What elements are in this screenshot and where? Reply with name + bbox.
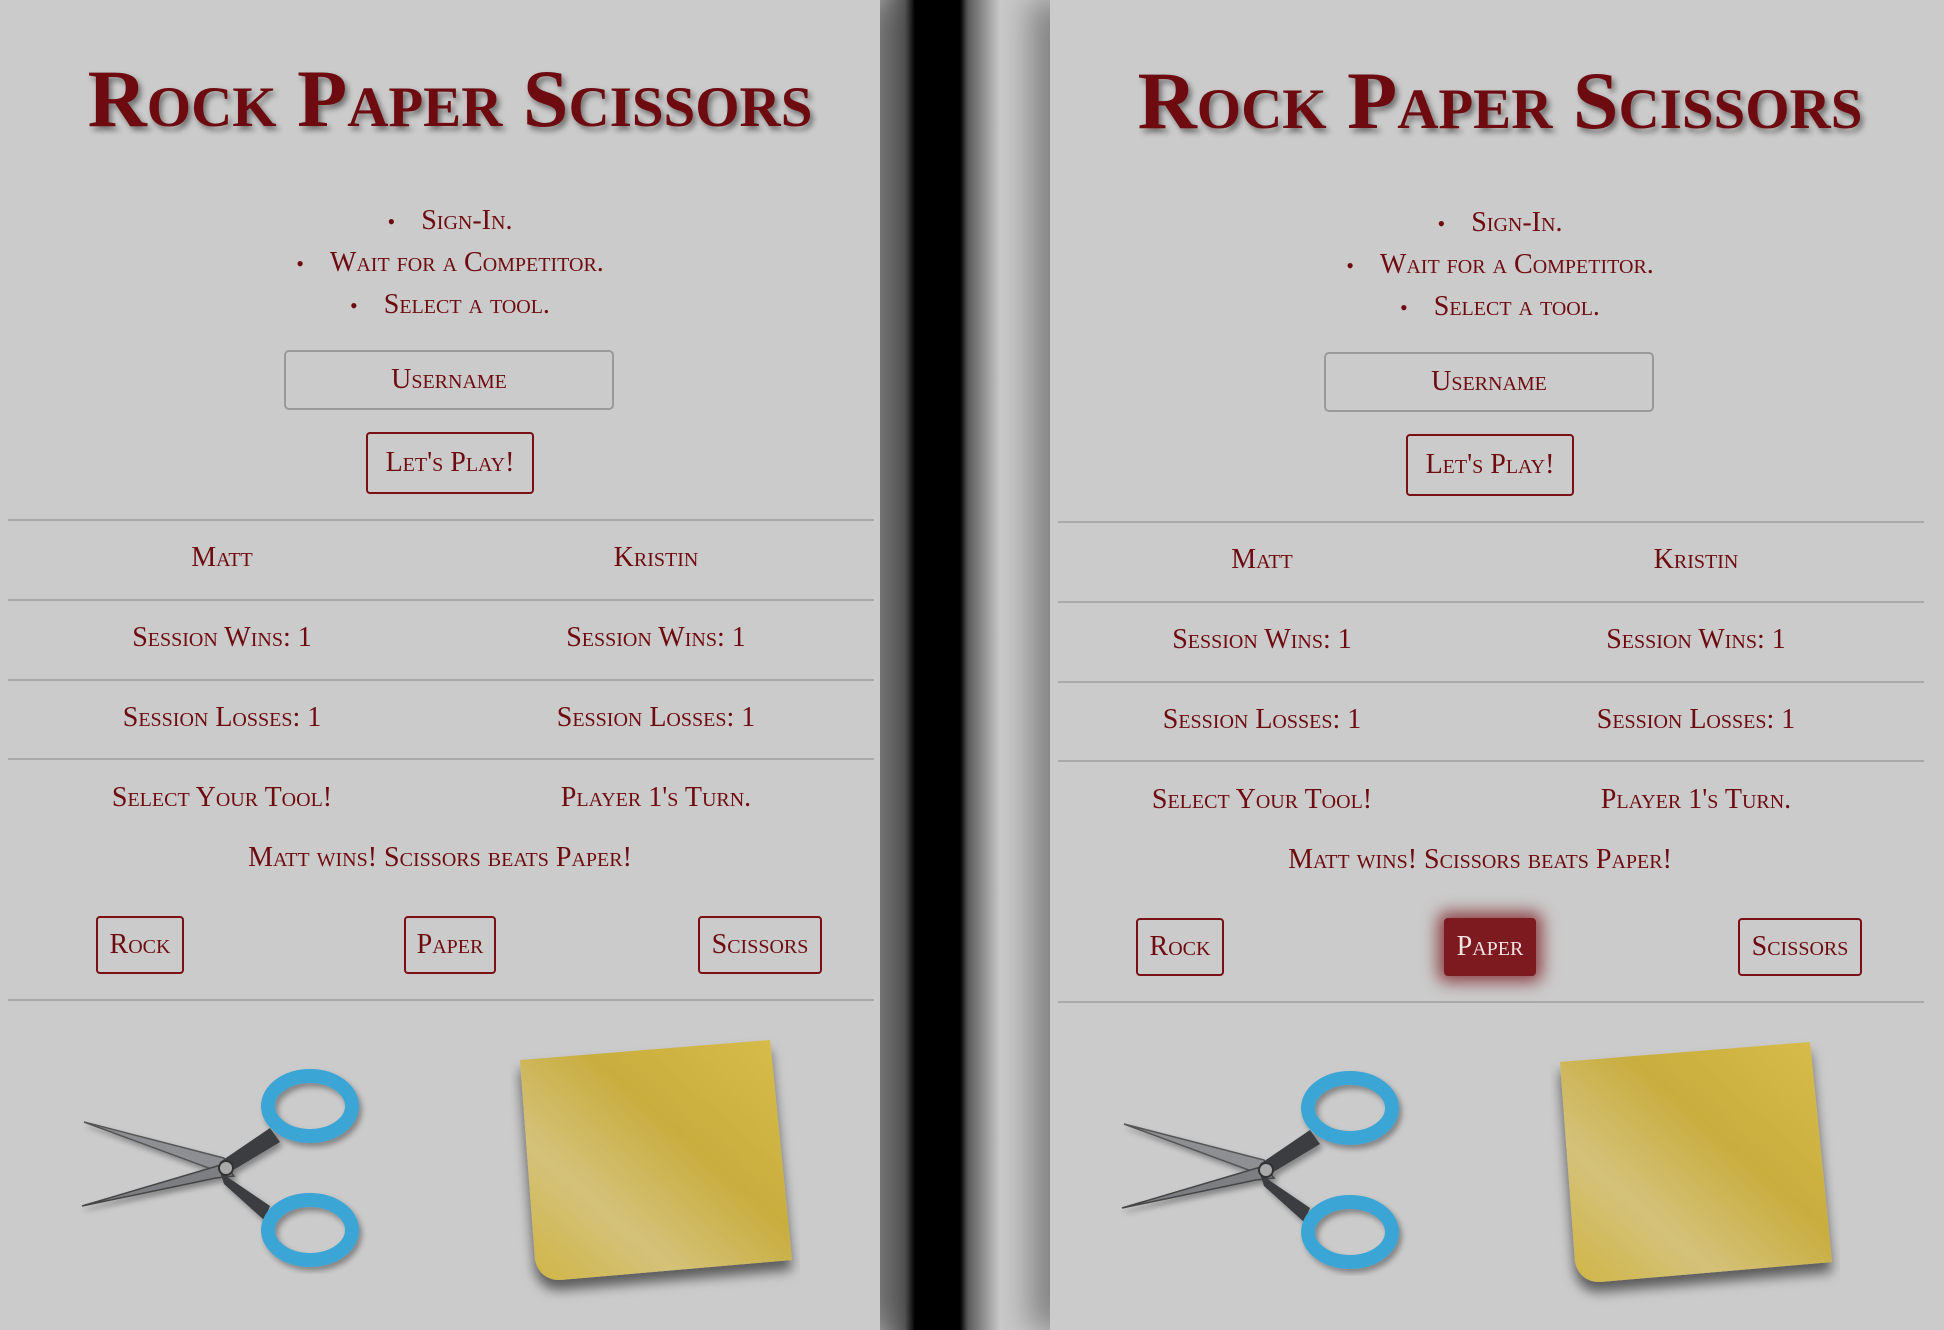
page-title: Rock Paper Scissors [1137, 55, 1863, 146]
username-input[interactable] [1324, 352, 1654, 412]
scissors-icon [1121, 1071, 1399, 1269]
round-result: Matt wins! Scissors beats Paper! [248, 842, 632, 873]
instructions-list: Sign-In. Wait for a Competitor. Select a… [1050, 202, 1944, 328]
game-panel-right: Rock Paper Scissors Sign-In. Wait for a … [1050, 0, 1944, 1330]
instruction-item: Sign-In. [0, 200, 900, 242]
player2-wins: Session Wins: 1 [566, 622, 746, 653]
instruction-item: Sign-In. [1050, 202, 1944, 244]
divider [1058, 601, 1924, 603]
sticky-note-paper-icon [520, 1040, 792, 1280]
divider [8, 758, 874, 760]
page-title: Rock Paper Scissors [87, 53, 813, 144]
scissors-button[interactable]: Scissors [1738, 918, 1862, 976]
divider [8, 999, 874, 1001]
scissors-icon [81, 1069, 359, 1267]
player1-losses: Session Losses: 1 [1162, 704, 1362, 735]
divider [8, 679, 874, 681]
instruction-item: Select a tool. [1050, 286, 1944, 328]
sticky-note-paper-icon [1560, 1042, 1832, 1282]
divider [1058, 760, 1924, 762]
instructions-list: Sign-In. Wait for a Competitor. Select a… [0, 200, 900, 326]
player2-name: Kristin [613, 542, 699, 573]
player1-name: Matt [1231, 544, 1293, 575]
lets-play-button[interactable]: Let's Play! [1406, 434, 1574, 496]
divider [8, 599, 874, 601]
player2-losses: Session Losses: 1 [556, 702, 756, 733]
divider [8, 519, 874, 521]
player1-losses: Session Losses: 1 [122, 702, 322, 733]
player1-status: Select Your Tool! [111, 782, 333, 813]
player2-name: Kristin [1653, 544, 1739, 575]
divider [1058, 681, 1924, 683]
round-result: Matt wins! Scissors beats Paper! [1288, 844, 1672, 875]
player2-status: Player 1's Turn. [560, 782, 752, 813]
divider [1058, 521, 1924, 523]
screenshot-stage: Rock Paper Scissors Sign-In. Wait for a … [0, 0, 1944, 1330]
player1-name: Matt [191, 542, 253, 573]
divider [1058, 1001, 1924, 1003]
rock-button[interactable]: Rock [96, 916, 184, 974]
paper-button-selected[interactable]: Paper [1444, 918, 1536, 976]
player2-losses: Session Losses: 1 [1596, 704, 1796, 735]
player2-status: Player 1's Turn. [1600, 784, 1792, 815]
game-panel-left: Rock Paper Scissors Sign-In. Wait for a … [0, 0, 880, 1330]
player1-wins: Session Wins: 1 [132, 622, 312, 653]
instruction-item: Select a tool. [0, 284, 900, 326]
username-input[interactable] [284, 350, 614, 410]
scissors-button[interactable]: Scissors [698, 916, 822, 974]
rock-button[interactable]: Rock [1136, 918, 1224, 976]
player1-wins: Session Wins: 1 [1172, 624, 1352, 655]
instruction-item: Wait for a Competitor. [0, 242, 900, 284]
lets-play-button[interactable]: Let's Play! [366, 432, 534, 494]
instruction-item: Wait for a Competitor. [1050, 244, 1944, 286]
player1-status: Select Your Tool! [1151, 784, 1373, 815]
paper-button[interactable]: Paper [404, 916, 496, 974]
player2-wins: Session Wins: 1 [1606, 624, 1786, 655]
